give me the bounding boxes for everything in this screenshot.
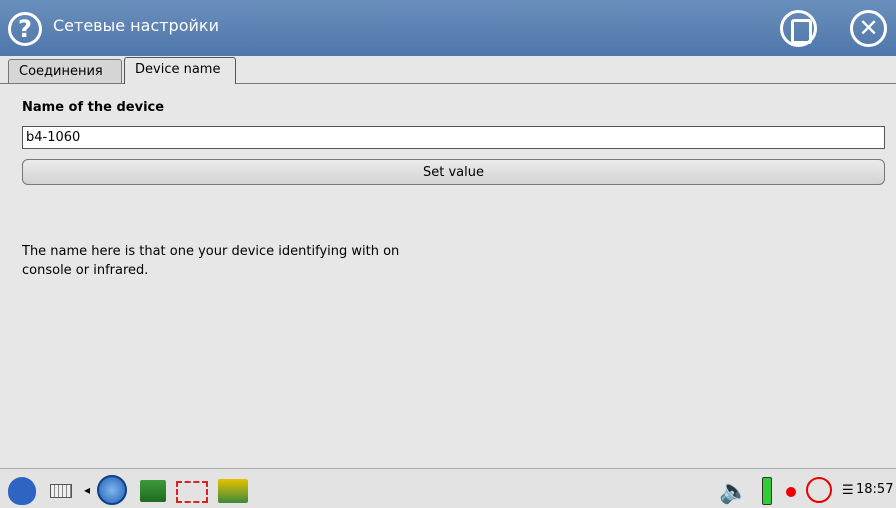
help-icon[interactable]: ? (8, 12, 42, 46)
network-dashed-icon[interactable] (176, 481, 208, 503)
close-icon[interactable]: ✕ (850, 10, 887, 47)
clock: 18:57 (856, 482, 894, 497)
maximize-icon[interactable] (780, 10, 817, 47)
network-alt-icon[interactable] (218, 479, 248, 503)
menu-icon[interactable]: ☰ (842, 483, 854, 498)
device-name-panel: Name of the device Set value The name he… (0, 84, 896, 468)
battery-icon (762, 477, 772, 505)
help-text: The name here is that one your device id… (22, 244, 400, 278)
window-title: Сетевые настройки (53, 16, 219, 35)
keyboard-icon[interactable] (50, 484, 72, 498)
globe-icon[interactable] (97, 475, 127, 505)
device-name-input[interactable] (22, 126, 885, 149)
device-name-label: Name of the device (22, 100, 165, 115)
network-icon[interactable] (140, 480, 166, 502)
tab-connections[interactable]: Соединения (8, 59, 122, 84)
tab-bar: Соединения Device name (0, 56, 896, 84)
record-icon[interactable] (786, 487, 796, 497)
arrow-left-icon[interactable]: ◂ (84, 483, 90, 497)
tab-device-name[interactable]: Device name (124, 57, 236, 84)
speaker-icon[interactable]: 🔈 (719, 479, 749, 503)
taskbar: ◂ 🔈 ☰ 18:57 (0, 468, 896, 508)
set-value-button[interactable]: Set value (22, 159, 885, 185)
start-icon[interactable] (8, 477, 36, 505)
ring-icon[interactable] (806, 477, 832, 503)
title-bar: ? Сетевые настройки ✕ (0, 0, 896, 56)
